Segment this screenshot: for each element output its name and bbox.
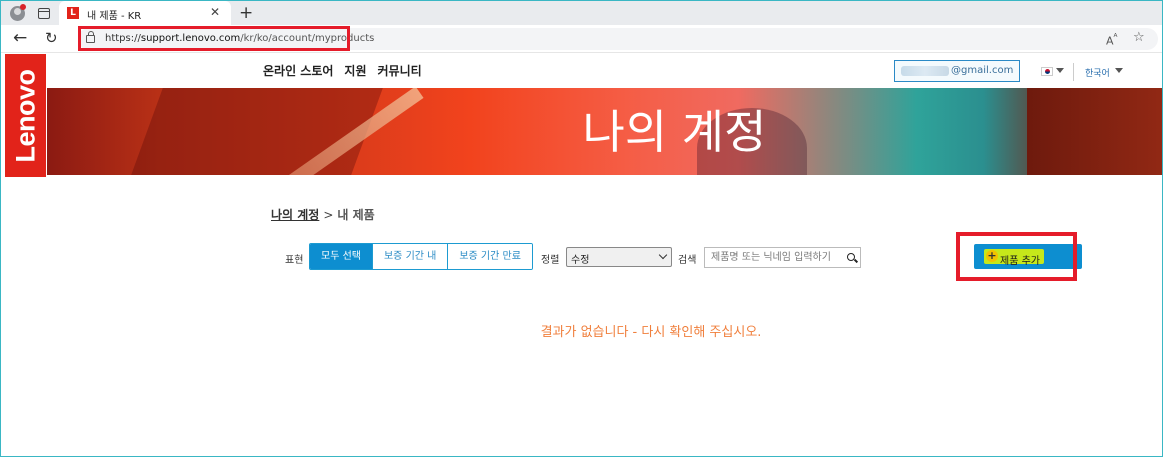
page-title: 나의 계정 [582, 105, 767, 159]
chevron-down-icon[interactable] [1115, 68, 1123, 73]
chevron-down-icon [658, 250, 668, 260]
lenovo-logo[interactable]: Lenovo [5, 54, 46, 177]
read-aloud-icon[interactable]: Aᴬ [1106, 32, 1117, 48]
language-selector[interactable]: 한국어 [1085, 66, 1110, 79]
new-tab-icon[interactable]: + [239, 3, 253, 23]
sort-value: 수정 [571, 255, 590, 266]
empty-results-message: 결과가 없습니다 - 다시 확인해 주십시오. [540, 325, 762, 340]
account-email: @gmail.com [951, 65, 1014, 76]
search-icon[interactable] [847, 253, 855, 261]
back-arrow-icon[interactable]: ← [13, 28, 27, 48]
favorite-star-icon[interactable]: ☆ [1133, 30, 1145, 45]
account-email-button[interactable]: @gmail.com [894, 60, 1020, 82]
browser-tab-strip: L 내 제품 - KR ✕ + [1, 1, 1162, 25]
email-redacted [901, 66, 949, 76]
warranty-filter-group: 모두 선택 보증 기간 내 보증 기간 만료 [309, 243, 533, 270]
search-label: 검색 [678, 255, 697, 266]
filter-in-warranty-button[interactable]: 보증 기간 내 [371, 244, 448, 269]
breadcrumb-my-account[interactable]: 나의 계정 [271, 208, 319, 222]
close-tab-icon[interactable]: ✕ [210, 5, 220, 19]
search-input[interactable] [711, 250, 839, 265]
account-banner: 나의 계정 [47, 88, 1162, 175]
divider [1073, 63, 1074, 81]
top-nav: 온라인 스토어 지원 커뮤니티 [263, 62, 433, 79]
browser-tab[interactable]: L 내 제품 - KR ✕ [59, 1, 231, 25]
notification-dot [20, 4, 26, 10]
breadcrumb-current: 내 제품 [337, 208, 375, 222]
tab-title: 내 제품 - KR [87, 11, 142, 22]
url-highlight-annotation [78, 26, 350, 51]
tab-actions-icon[interactable] [38, 8, 50, 19]
filter-all-button[interactable]: 모두 선택 [310, 244, 372, 269]
address-bar-row: ← ↻ https://support.lenovo.com/kr/ko/acc… [1, 25, 1162, 53]
sort-select[interactable]: 수정 [566, 247, 672, 267]
search-box [704, 247, 861, 268]
sort-label: 정렬 [541, 255, 560, 266]
nav-support[interactable]: 지원 [344, 64, 366, 78]
add-button-highlight-annotation [956, 232, 1077, 281]
reload-icon[interactable]: ↻ [45, 29, 58, 47]
breadcrumb-separator: > [323, 208, 334, 222]
view-filter-label: 표현 [285, 255, 304, 266]
korea-flag-icon[interactable] [1041, 67, 1053, 76]
nav-online-store[interactable]: 온라인 스토어 [263, 64, 333, 78]
lenovo-favicon-icon: L [67, 7, 79, 19]
breadcrumb: 나의 계정 > 내 제품 [271, 206, 375, 223]
filter-expired-button[interactable]: 보증 기간 만료 [447, 244, 532, 269]
chevron-down-icon[interactable] [1056, 68, 1064, 73]
nav-community[interactable]: 커뮤니티 [378, 64, 422, 78]
